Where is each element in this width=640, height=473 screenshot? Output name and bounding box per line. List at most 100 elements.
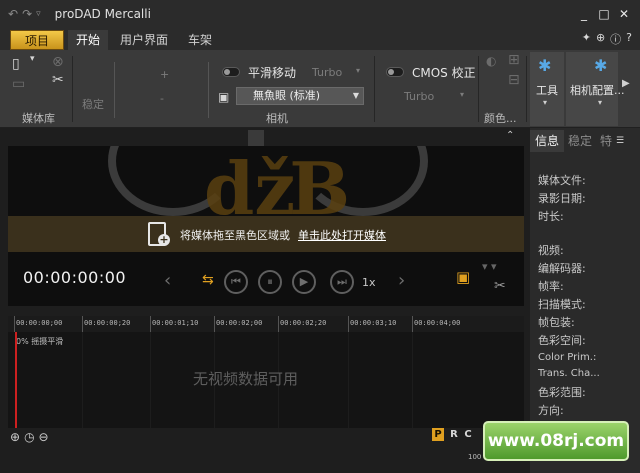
mode-r-button[interactable]: R [448, 428, 460, 441]
minimize-button[interactable]: _ [574, 4, 594, 24]
marker-icon[interactable]: ▾ ▾ [482, 260, 497, 273]
open-media-link[interactable]: 单击此处打开媒体 [298, 227, 386, 243]
info-label: 录影日期: [538, 192, 586, 205]
playback-speed[interactable]: 1x [362, 276, 376, 289]
lens-combo[interactable]: 無魚眼 (标准) ▼ [236, 87, 364, 105]
remove-icon[interactable]: ⊗ [52, 54, 64, 70]
camera-config-icon: ✱ [594, 56, 608, 75]
play-icon[interactable]: ▶ [292, 270, 316, 294]
scissors-icon[interactable]: ✂ [52, 72, 64, 88]
tab-stabilize[interactable]: 稳定 [568, 130, 592, 152]
info-label: 色彩空间: [538, 334, 586, 347]
window-title: proDAD Mercalli [54, 7, 151, 21]
zoom-out-icon[interactable]: ⊖ [39, 430, 49, 444]
cmos-mode[interactable]: Turbo [404, 90, 434, 103]
pause-icon[interactable]: ⏸ [258, 270, 282, 294]
no-data-message: 无视频数据可用 [193, 370, 299, 388]
undo-icon[interactable]: ↶ [8, 7, 18, 21]
snapshot-icon[interactable]: ▣ [456, 268, 470, 286]
loop-icon[interactable]: ⇆ [202, 272, 214, 288]
zoom-in-icon[interactable]: ⊕ [10, 430, 20, 444]
info-label: 视频: [538, 244, 564, 257]
playhead[interactable] [15, 332, 17, 428]
camera-group-label: 相机 [266, 112, 288, 125]
drop-hint: 将媒体拖至黑色区域或 [180, 229, 290, 242]
export-icon[interactable]: ▭ [12, 76, 25, 92]
chevron-down-icon: ▼ [352, 91, 359, 100]
minus-icon[interactable]: - [160, 92, 164, 105]
scissors-icon[interactable]: ✂ [494, 278, 506, 294]
tab-frame[interactable]: 车架 [180, 30, 220, 50]
camera-config-label: 相机配置... [570, 84, 625, 97]
close-button[interactable]: ✕ [614, 4, 634, 24]
ribbon: ▯ ▾ ⊗ ▭ ✂ 媒体库 稳定 + - 平滑移动 Turbo ▾ ▣ 無魚眼 … [0, 50, 640, 128]
chevron-down-icon[interactable]: ▾ [30, 54, 35, 64]
info-label: 时长: [538, 210, 564, 223]
tab-project[interactable]: 项目 [10, 30, 64, 50]
cmos-label: CMOS 校正 [412, 66, 476, 80]
tick-label: 00:00:00;20 [84, 319, 131, 327]
color-group-label: 颜色... [484, 112, 517, 125]
lock-icon[interactable]: ⊕ [596, 31, 605, 47]
chevron-down-icon: ▾ [543, 98, 548, 107]
info-icon[interactable]: ⓘ [610, 31, 621, 47]
color-icon[interactable]: ◐ [486, 54, 496, 68]
chevron-down-icon[interactable]: ▾ [356, 66, 360, 75]
tools-icon: ✱ [538, 56, 552, 75]
info-label: 媒体文件: [538, 174, 586, 187]
ribbon-tabs: 项目 开始 用户界面 车架 ✦ ⊕ ⓘ ? [0, 28, 640, 50]
tick-label: 00:00:04;00 [414, 319, 461, 327]
chevron-down-icon[interactable]: ▾ [460, 90, 464, 99]
plus-icon[interactable]: ⊞ [508, 52, 520, 68]
tick-label: 00:00:00;00 [16, 319, 63, 327]
zoom-value: 100 [468, 453, 482, 461]
prev-icon[interactable]: ‹ [164, 270, 171, 291]
drop-bar[interactable]: + 将媒体拖至黑色区域或 单击此处打开媒体 [8, 216, 524, 252]
tab-info[interactable]: 信息 [530, 130, 565, 152]
smooth-label: 平滑移动 [248, 66, 297, 80]
redo-icon[interactable]: ↷ [22, 7, 32, 21]
step-forward-icon[interactable]: ⏭ [330, 270, 354, 294]
clock-icon[interactable]: ◷ [24, 430, 34, 444]
watermark: www.08rj.com [483, 421, 629, 461]
timeline[interactable]: 00:00:00;00 00:00:00;20 00:00:01;10 00:0… [8, 316, 524, 428]
stabilize-button[interactable]: 稳定 [82, 96, 104, 112]
panel-grip[interactable] [248, 130, 264, 146]
lightbulb-icon[interactable]: ✦ [582, 31, 591, 47]
minus-icon[interactable]: ⊟ [508, 72, 520, 88]
timecode: 00:00:00:00 [23, 268, 127, 287]
time-ruler[interactable]: 00:00:00;00 00:00:00;20 00:00:01;10 00:0… [8, 316, 524, 332]
collapse-up-icon[interactable]: ⌃ [506, 130, 514, 141]
tab-more[interactable]: 特 [600, 130, 612, 152]
quick-menu-icon[interactable]: ▿ [36, 9, 41, 19]
info-label: 方向: [538, 404, 564, 417]
plus-icon[interactable]: + [160, 68, 169, 81]
lens-combo-value: 無魚眼 (标准) [253, 89, 321, 102]
mode-p-button[interactable]: P [432, 428, 444, 441]
info-label: 扫描模式: [538, 298, 586, 311]
smooth-toggle[interactable] [222, 67, 240, 77]
chevron-down-icon: ▾ [598, 98, 603, 107]
chevron-down-icon[interactable]: ☰ [616, 130, 624, 152]
title-bar: ↶ ↷ ▿ proDAD Mercalli _ □ ✕ [0, 0, 640, 28]
smooth-mode[interactable]: Turbo [312, 66, 342, 79]
add-media-icon[interactable]: ▯ [12, 56, 20, 72]
camera-icon: ▣ [218, 90, 230, 104]
tab-start[interactable]: 开始 [68, 30, 108, 50]
info-label: 帧包装: [538, 316, 575, 329]
tick-label: 00:00:03;10 [350, 319, 397, 327]
info-tabs: 信息 稳定 特 ☰ [530, 130, 640, 152]
help-icon[interactable]: ? [626, 31, 632, 47]
next-icon[interactable]: › [398, 270, 405, 291]
tick-label: 00:00:02;00 [216, 319, 263, 327]
maximize-button[interactable]: □ [594, 4, 614, 24]
preview-area[interactable]: ǆB + 将媒体拖至黑色区域或 单击此处打开媒体 00:00:00:00 ‹ ⇆… [8, 146, 524, 306]
cmos-toggle[interactable] [386, 67, 404, 77]
scroll-right-icon[interactable]: ▶ [622, 78, 630, 89]
info-label: Trans. Cha... [538, 368, 600, 379]
media-group-label: 媒体库 [22, 112, 55, 125]
mode-c-button[interactable]: C [462, 428, 474, 441]
info-label: Color Prim.: [538, 352, 597, 363]
tab-user-interface[interactable]: 用户界面 [114, 30, 174, 50]
step-back-icon[interactable]: ⏮ [224, 270, 248, 294]
